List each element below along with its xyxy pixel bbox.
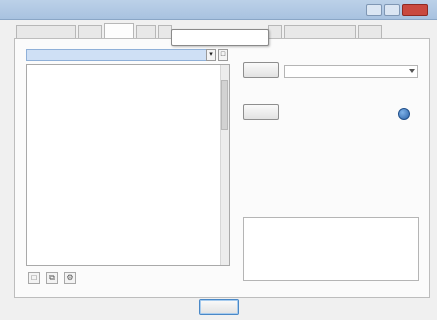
list-row[interactable]: [28, 119, 221, 128]
settings-icon[interactable]: ⚙: [64, 272, 76, 284]
list-row[interactable]: [28, 219, 221, 228]
list-row[interactable]: [28, 249, 221, 258]
list-row[interactable]: [28, 209, 221, 218]
close-button[interactable]: [402, 4, 428, 16]
tab-2[interactable]: [78, 25, 102, 38]
list-row[interactable]: [28, 229, 221, 238]
copy-icon[interactable]: ⧉: [46, 272, 58, 284]
list-row[interactable]: [28, 89, 221, 98]
list-row[interactable]: [28, 159, 221, 168]
tab-7[interactable]: [284, 25, 356, 38]
item-list[interactable]: [26, 64, 230, 266]
list-filter-combo[interactable]: [26, 49, 216, 61]
list-row[interactable]: [28, 99, 221, 108]
tab-4[interactable]: [136, 25, 156, 38]
globe-icon[interactable]: [398, 108, 410, 120]
tab-5[interactable]: [158, 25, 172, 38]
new-icon[interactable]: □: [28, 272, 40, 284]
tab-6[interactable]: [268, 25, 282, 38]
second-button[interactable]: [243, 104, 279, 120]
tab-3[interactable]: [104, 23, 134, 38]
minimize-button[interactable]: [366, 4, 382, 16]
list-row[interactable]: [28, 129, 221, 138]
dropdown-icon[interactable]: ▾: [206, 49, 216, 61]
first-button[interactable]: [243, 62, 279, 78]
list-row[interactable]: [28, 259, 221, 265]
list-row[interactable]: [28, 179, 221, 188]
list-row[interactable]: [28, 109, 221, 118]
chevron-down-icon: [409, 69, 415, 73]
window-title: [10, 5, 210, 16]
list-row[interactable]: [28, 189, 221, 198]
list-row[interactable]: [28, 169, 221, 178]
column-header-1[interactable]: [31, 66, 91, 76]
tab-tooltip: [171, 29, 269, 46]
filter-icon[interactable]: □: [218, 49, 228, 61]
list-row[interactable]: [28, 199, 221, 208]
list-scrollbar-thumb[interactable]: [221, 80, 228, 130]
maximize-button[interactable]: [384, 4, 400, 16]
column-header-2[interactable]: [102, 66, 212, 76]
footer-button[interactable]: [199, 299, 239, 315]
list-row[interactable]: [28, 239, 221, 248]
first-select[interactable]: [284, 65, 418, 78]
tab-1[interactable]: [16, 25, 76, 38]
list-row[interactable]: [28, 139, 221, 148]
list-row[interactable]: [28, 79, 221, 88]
tab-8[interactable]: [358, 25, 382, 38]
description-field[interactable]: [243, 217, 419, 281]
list-row[interactable]: [28, 149, 221, 158]
